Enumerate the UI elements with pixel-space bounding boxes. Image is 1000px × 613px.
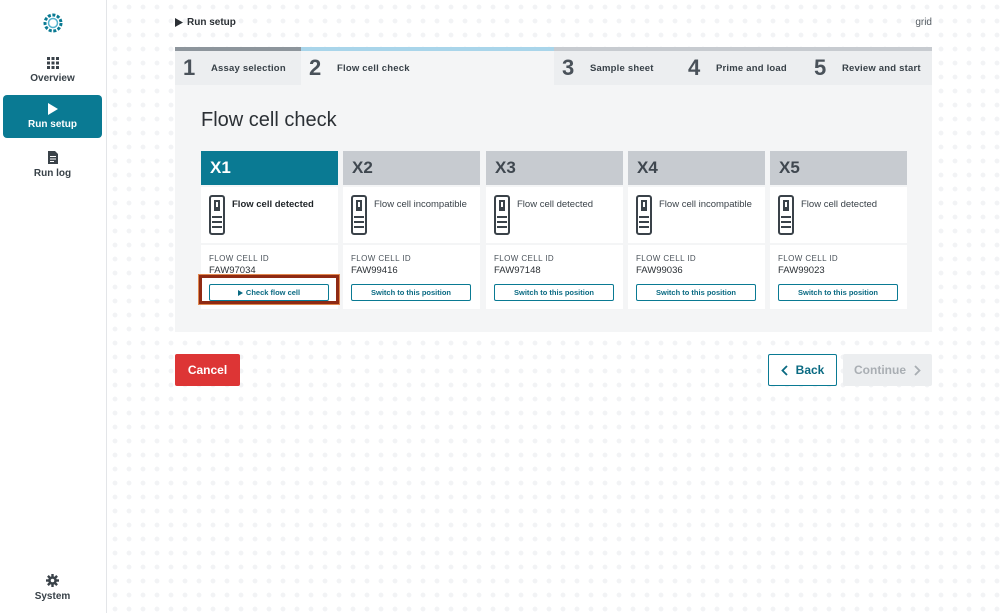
flow-cell-id-label: FLOW CELL ID	[209, 254, 270, 263]
flow-cell-status: Flow cell detected	[201, 187, 338, 243]
step-flow-cell-check: 2 Flow cell check	[301, 47, 554, 85]
grid-link[interactable]: grid	[915, 17, 932, 28]
flow-cell-status-text: Flow cell incompatible	[659, 199, 752, 210]
step-number: 5	[814, 55, 827, 80]
gear-icon	[46, 573, 59, 587]
back-button[interactable]: Back	[768, 354, 837, 386]
step-prime-and-load: 4 Prime and load	[680, 47, 806, 85]
position-card-x4: X4 Flow cell incompatible FLOW CELL ID F…	[628, 151, 765, 309]
flow-cell-icon	[636, 195, 652, 235]
flow-cell-icon	[494, 195, 510, 235]
step-label: Prime and load	[716, 62, 787, 74]
position-card-x2: X2 Flow cell incompatible FLOW CELL ID F…	[343, 151, 480, 309]
flow-cell-icon	[351, 195, 367, 235]
flow-cell-id-value: FAW99036	[636, 265, 683, 276]
continue-button[interactable]: Continue	[843, 354, 932, 386]
position-name[interactable]: X4	[628, 151, 765, 185]
flow-cell-icon	[778, 195, 794, 235]
switch-position-button[interactable]: Switch to this position	[351, 284, 471, 301]
sidebar-item-label: System	[34, 590, 71, 602]
sidebar-item-run-log[interactable]: Run log	[3, 143, 102, 186]
switch-position-button[interactable]: Switch to this position	[778, 284, 898, 301]
sidebar-item-label: Run setup	[28, 119, 77, 130]
play-icon	[175, 18, 183, 27]
flow-cell-status-text: Flow cell incompatible	[374, 199, 467, 210]
step-label: Flow cell check	[337, 62, 410, 74]
sidebar-item-label: Overview	[30, 73, 75, 84]
step-sample-sheet: 3 Sample sheet	[554, 47, 680, 85]
switch-position-button[interactable]: Switch to this position	[494, 284, 614, 301]
button-label: Back	[795, 363, 825, 377]
step-number: 1	[183, 55, 196, 80]
flow-cell-status-text: Flow cell detected	[517, 199, 594, 210]
flow-cell-info: FLOW CELL ID FAW97034 Check flow cell	[198, 245, 340, 309]
step-number: 4	[688, 55, 701, 80]
step-label: Assay selection	[211, 62, 286, 74]
flow-cell-id-label: FLOW CELL ID	[636, 254, 697, 263]
chevron-left-icon	[780, 364, 788, 376]
progress-stepper: 1 Assay selection 2 Flow cell check 3 Sa…	[175, 47, 932, 85]
flow-cell-id-value: FAW99023	[778, 265, 825, 276]
chevron-right-icon	[914, 364, 921, 376]
sidebar-item-label: Run log	[33, 167, 72, 179]
position-card-x1: X1 Flow cell detected FLOW CELL ID FAW97…	[198, 151, 340, 309]
button-wrapper: Check flow cell	[198, 274, 340, 305]
flow-cell-status: Flow cell detected	[486, 187, 623, 243]
document-icon	[47, 150, 58, 164]
position-card-x5: X5 Flow cell detected FLOW CELL ID FAW99…	[770, 151, 907, 309]
breadcrumb: Run setup	[175, 17, 236, 28]
flow-cell-id-value: FAW97148	[494, 265, 541, 276]
flow-cell-info: FLOW CELL ID FAW97148 Switch to this pos…	[486, 245, 623, 309]
step-assay-selection[interactable]: 1 Assay selection	[175, 47, 301, 85]
button-label: Continue	[854, 363, 906, 377]
step-label: Review and start	[842, 62, 921, 74]
flow-cell-id-label: FLOW CELL ID	[494, 254, 555, 263]
sidebar-item-run-setup[interactable]: Run setup	[3, 95, 102, 138]
step-label: Sample sheet	[590, 62, 654, 74]
step-number: 3	[562, 55, 575, 80]
step-number: 2	[309, 55, 322, 80]
flow-cell-info: FLOW CELL ID FAW99023 Switch to this pos…	[770, 245, 907, 309]
play-icon	[48, 103, 58, 115]
step-review-and-start: 5 Review and start	[806, 47, 932, 85]
breadcrumb-label: Run setup	[187, 17, 236, 28]
position-name[interactable]: X5	[770, 151, 907, 185]
position-name[interactable]: X3	[486, 151, 623, 185]
flow-cell-id-value: FAW99416	[351, 265, 398, 276]
flow-cell-icon	[209, 195, 225, 235]
button-label: Cancel	[187, 363, 228, 377]
cancel-button[interactable]: Cancel	[175, 354, 240, 386]
sidebar: Overview Run setup Run log System	[0, 0, 107, 613]
position-name[interactable]: X1	[201, 151, 338, 185]
flow-cell-panel: Flow cell check X1 Flow cell detected FL…	[175, 85, 932, 332]
flow-cell-status-text: Flow cell detected	[801, 199, 878, 210]
flow-cell-info: FLOW CELL ID FAW99036 Switch to this pos…	[628, 245, 765, 309]
flow-cell-status-text: Flow cell detected	[232, 199, 314, 210]
sidebar-item-overview[interactable]: Overview	[3, 49, 102, 92]
grid-icon	[46, 57, 59, 69]
flow-cell-status: Flow cell incompatible	[343, 187, 480, 243]
sidebar-item-system[interactable]: System	[3, 566, 102, 609]
app-logo-icon	[43, 13, 63, 33]
flow-cell-id-label: FLOW CELL ID	[351, 254, 412, 263]
switch-position-button[interactable]: Switch to this position	[636, 284, 756, 301]
position-name[interactable]: X2	[343, 151, 480, 185]
page-title: Flow cell check	[201, 109, 337, 131]
position-card-x3: X3 Flow cell detected FLOW CELL ID FAW97…	[486, 151, 623, 309]
flow-cell-id-label: FLOW CELL ID	[778, 254, 839, 263]
focus-ring	[198, 274, 340, 305]
flow-cell-info: FLOW CELL ID FAW99416 Switch to this pos…	[343, 245, 480, 309]
flow-cell-status: Flow cell detected	[770, 187, 907, 243]
flow-cell-status: Flow cell incompatible	[628, 187, 765, 243]
